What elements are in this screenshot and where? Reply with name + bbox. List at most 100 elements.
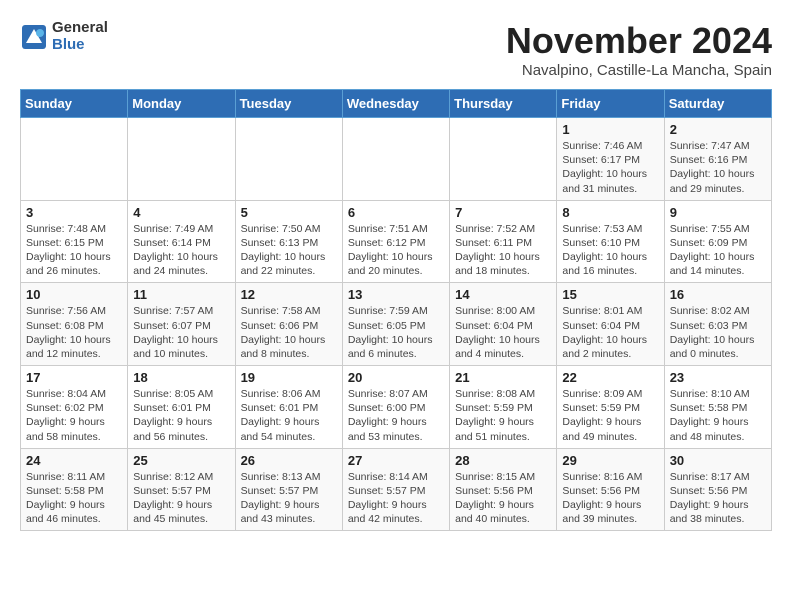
day-info: Sunrise: 8:14 AM Sunset: 5:57 PM Dayligh… [348, 470, 444, 527]
day-number: 5 [241, 205, 337, 220]
day-number: 3 [26, 205, 122, 220]
calendar-cell: 6 Sunrise: 7:51 AM Sunset: 6:12 PM Daylig… [342, 200, 449, 283]
day-number: 20 [348, 370, 444, 385]
day-info: Sunrise: 8:02 AM Sunset: 6:03 PM Dayligh… [670, 304, 766, 361]
day-number: 9 [670, 205, 766, 220]
day-info: Sunrise: 8:11 AM Sunset: 5:58 PM Dayligh… [26, 470, 122, 527]
day-number: 26 [241, 453, 337, 468]
calendar-cell: 25 Sunrise: 8:12 AM Sunset: 5:57 PM Dayli… [128, 448, 235, 531]
calendar-week-row: 1 Sunrise: 7:46 AM Sunset: 6:17 PM Daylig… [21, 118, 772, 201]
calendar-cell: 10 Sunrise: 7:56 AM Sunset: 6:08 PM Dayli… [21, 283, 128, 366]
calendar-cell: 8Sunrise: 7:53 AM Sunset: 6:10 PM Daylig… [557, 200, 664, 283]
calendar-week-row: 17 Sunrise: 8:04 AM Sunset: 6:02 PM Dayli… [21, 366, 772, 449]
calendar-cell: 14 Sunrise: 8:00 AM Sunset: 6:04 PM Dayli… [450, 283, 557, 366]
day-number: 1 [562, 122, 658, 137]
calendar-cell [21, 118, 128, 201]
header-cell: Tuesday [235, 90, 342, 118]
day-info: Sunrise: 8:05 AM Sunset: 6:01 PM Dayligh… [133, 387, 229, 444]
calendar-cell: 13Sunrise: 7:59 AM Sunset: 6:05 PM Dayli… [342, 283, 449, 366]
calendar-cell: 2Sunrise: 7:47 AM Sunset: 6:16 PM Daylig… [664, 118, 771, 201]
calendar-week-row: 24Sunrise: 8:11 AM Sunset: 5:58 PM Dayli… [21, 448, 772, 531]
calendar-cell: 29Sunrise: 8:16 AM Sunset: 5:56 PM Dayli… [557, 448, 664, 531]
logo-text: General Blue [52, 20, 108, 53]
day-info: Sunrise: 8:15 AM Sunset: 5:56 PM Dayligh… [455, 470, 551, 527]
calendar-cell: 18 Sunrise: 8:05 AM Sunset: 6:01 PM Dayli… [128, 366, 235, 449]
calendar-cell [342, 118, 449, 201]
calendar-cell: 4Sunrise: 7:49 AM Sunset: 6:14 PM Daylig… [128, 200, 235, 283]
calendar-cell: 3 Sunrise: 7:48 AM Sunset: 6:15 PM Daylig… [21, 200, 128, 283]
header-cell: Monday [128, 90, 235, 118]
day-number: 19 [241, 370, 337, 385]
day-info: Sunrise: 7:51 AM Sunset: 6:12 PM Dayligh… [348, 222, 444, 279]
title-area: November 2024 Navalpino, Castille-La Man… [506, 20, 772, 79]
day-number: 6 [348, 205, 444, 220]
day-number: 29 [562, 453, 658, 468]
logo-icon [20, 23, 48, 51]
day-info: Sunrise: 7:59 AM Sunset: 6:05 PM Dayligh… [348, 304, 444, 361]
day-info: Sunrise: 7:50 AM Sunset: 6:13 PM Dayligh… [241, 222, 337, 279]
day-info: Sunrise: 7:52 AM Sunset: 6:11 PM Dayligh… [455, 222, 551, 279]
calendar-cell: 9Sunrise: 7:55 AM Sunset: 6:09 PM Daylig… [664, 200, 771, 283]
calendar-cell: 7 Sunrise: 7:52 AM Sunset: 6:11 PM Daylig… [450, 200, 557, 283]
day-number: 12 [241, 287, 337, 302]
calendar-cell: 12 Sunrise: 7:58 AM Sunset: 6:06 PM Dayli… [235, 283, 342, 366]
day-number: 22 [562, 370, 658, 385]
header-cell: Thursday [450, 90, 557, 118]
location-title: Navalpino, Castille-La Mancha, Spain [506, 62, 772, 79]
day-info: Sunrise: 8:09 AM Sunset: 5:59 PM Dayligh… [562, 387, 658, 444]
calendar-cell: 11 Sunrise: 7:57 AM Sunset: 6:07 PM Dayli… [128, 283, 235, 366]
calendar-cell: 26 Sunrise: 8:13 AM Sunset: 5:57 PM Dayli… [235, 448, 342, 531]
day-number: 23 [670, 370, 766, 385]
day-number: 30 [670, 453, 766, 468]
day-info: Sunrise: 7:48 AM Sunset: 6:15 PM Dayligh… [26, 222, 122, 279]
calendar-week-row: 10 Sunrise: 7:56 AM Sunset: 6:08 PM Dayli… [21, 283, 772, 366]
day-number: 11 [133, 287, 229, 302]
calendar-week-row: 3 Sunrise: 7:48 AM Sunset: 6:15 PM Daylig… [21, 200, 772, 283]
logo: General Blue [20, 20, 108, 53]
calendar-cell: 5 Sunrise: 7:50 AM Sunset: 6:13 PM Daylig… [235, 200, 342, 283]
day-number: 17 [26, 370, 122, 385]
calendar-cell [128, 118, 235, 201]
calendar-cell [450, 118, 557, 201]
day-number: 4 [133, 205, 229, 220]
day-number: 18 [133, 370, 229, 385]
day-info: Sunrise: 7:57 AM Sunset: 6:07 PM Dayligh… [133, 304, 229, 361]
header-cell: Wednesday [342, 90, 449, 118]
day-number: 28 [455, 453, 551, 468]
calendar-cell: 1 Sunrise: 7:46 AM Sunset: 6:17 PM Daylig… [557, 118, 664, 201]
day-number: 10 [26, 287, 122, 302]
calendar-cell: 17 Sunrise: 8:04 AM Sunset: 6:02 PM Dayli… [21, 366, 128, 449]
day-info: Sunrise: 8:12 AM Sunset: 5:57 PM Dayligh… [133, 470, 229, 527]
logo-general: General [52, 20, 108, 37]
page-header: General Blue November 2024 Navalpino, Ca… [20, 20, 772, 79]
calendar-cell: 19 Sunrise: 8:06 AM Sunset: 6:01 PM Dayli… [235, 366, 342, 449]
day-info: Sunrise: 8:13 AM Sunset: 5:57 PM Dayligh… [241, 470, 337, 527]
day-info: Sunrise: 8:06 AM Sunset: 6:01 PM Dayligh… [241, 387, 337, 444]
day-info: Sunrise: 7:56 AM Sunset: 6:08 PM Dayligh… [26, 304, 122, 361]
calendar-cell: 23 Sunrise: 8:10 AM Sunset: 5:58 PM Dayli… [664, 366, 771, 449]
calendar-table: SundayMondayTuesdayWednesdayThursdayFrid… [20, 89, 772, 531]
header-cell: Saturday [664, 90, 771, 118]
day-number: 7 [455, 205, 551, 220]
calendar-cell: 22 Sunrise: 8:09 AM Sunset: 5:59 PM Dayli… [557, 366, 664, 449]
calendar-cell: 28 Sunrise: 8:15 AM Sunset: 5:56 PM Dayli… [450, 448, 557, 531]
month-title: November 2024 [506, 20, 772, 62]
day-info: Sunrise: 7:58 AM Sunset: 6:06 PM Dayligh… [241, 304, 337, 361]
day-info: Sunrise: 8:07 AM Sunset: 6:00 PM Dayligh… [348, 387, 444, 444]
calendar-cell: 24Sunrise: 8:11 AM Sunset: 5:58 PM Dayli… [21, 448, 128, 531]
day-info: Sunrise: 8:04 AM Sunset: 6:02 PM Dayligh… [26, 387, 122, 444]
day-info: Sunrise: 8:00 AM Sunset: 6:04 PM Dayligh… [455, 304, 551, 361]
logo-blue: Blue [52, 37, 108, 54]
header-row: SundayMondayTuesdayWednesdayThursdayFrid… [21, 90, 772, 118]
day-info: Sunrise: 8:10 AM Sunset: 5:58 PM Dayligh… [670, 387, 766, 444]
day-info: Sunrise: 7:46 AM Sunset: 6:17 PM Dayligh… [562, 139, 658, 196]
calendar-cell: 15Sunrise: 8:01 AM Sunset: 6:04 PM Dayli… [557, 283, 664, 366]
calendar-cell: 27Sunrise: 8:14 AM Sunset: 5:57 PM Dayli… [342, 448, 449, 531]
day-number: 21 [455, 370, 551, 385]
day-number: 8 [562, 205, 658, 220]
day-number: 25 [133, 453, 229, 468]
header-cell: Friday [557, 90, 664, 118]
day-info: Sunrise: 8:08 AM Sunset: 5:59 PM Dayligh… [455, 387, 551, 444]
header-cell: Sunday [21, 90, 128, 118]
day-number: 14 [455, 287, 551, 302]
